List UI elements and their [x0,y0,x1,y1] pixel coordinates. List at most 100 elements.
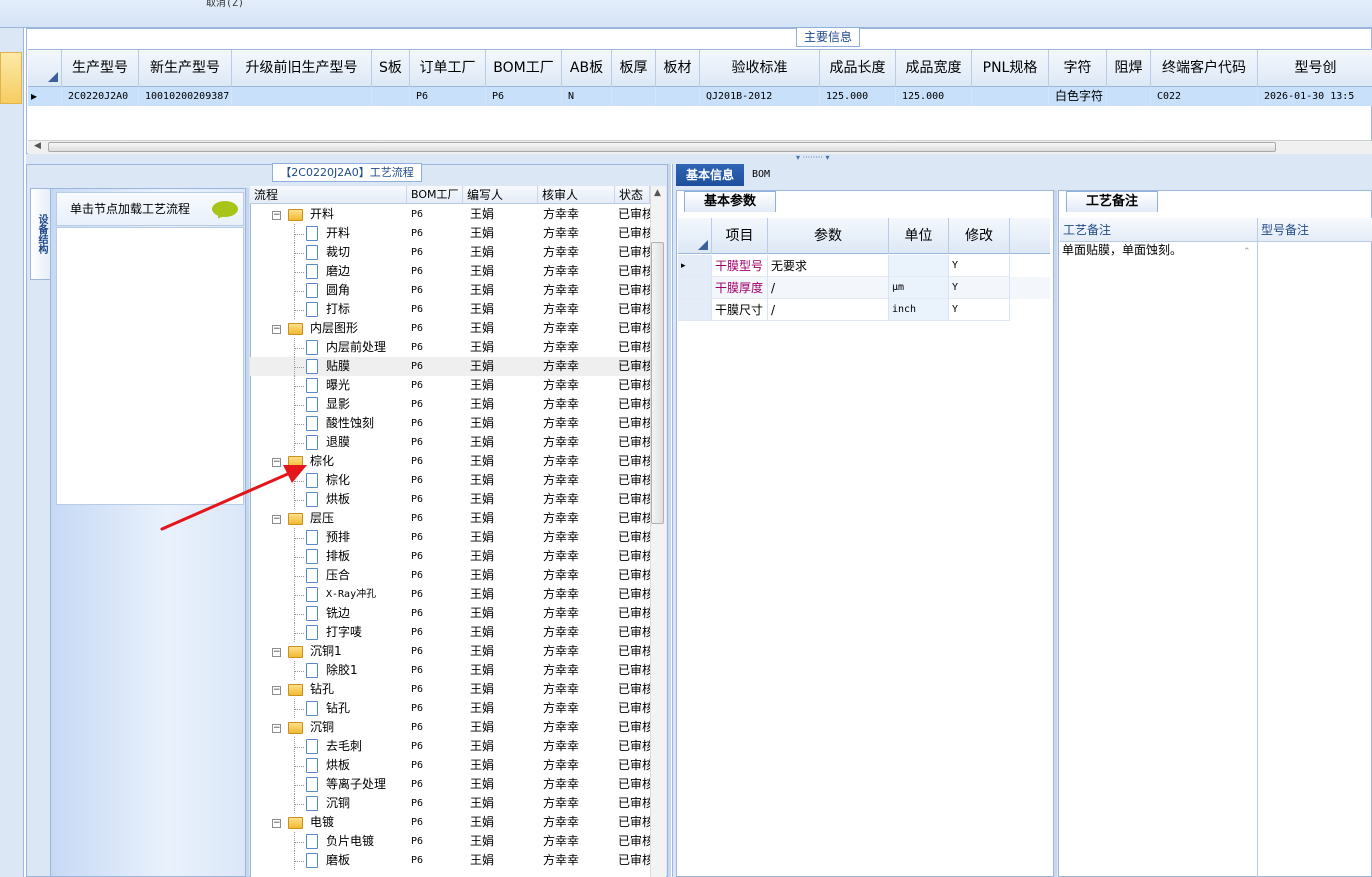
main-cell-8[interactable] [656,87,700,106]
process-note-text[interactable]: 单面贴膜，单面蚀刻。 [1062,242,1252,259]
tree-row[interactable]: 显影 P6 王娟 方幸幸 已审核 [250,395,650,414]
tree-row[interactable]: X-Ray冲孔 P6 王娟 方幸幸 已审核 [250,585,650,604]
tree-row[interactable]: 内层前处理 P6 王娟 方幸幸 已审核 [250,338,650,357]
tree-row[interactable]: 排板 P6 王娟 方幸幸 已审核 [250,547,650,566]
param-cell-value[interactable]: 无要求 [768,255,889,277]
main-cell-5[interactable]: P6 [486,87,562,106]
main-cell-10[interactable]: 125.000 [820,87,896,106]
tree-row[interactable]: − 电镀 P6 王娟 方幸幸 已审核 [250,813,650,832]
param-row[interactable]: 干膜厚度 / μm Y [678,277,1050,299]
main-cell-7[interactable] [612,87,656,106]
tree-row[interactable]: − 内层图形 P6 王娟 方幸幸 已审核 [250,319,650,338]
main-col-5[interactable]: BOM工厂 [486,50,562,87]
main-col-12[interactable]: PNL规格 [972,50,1049,87]
tree-col-flow[interactable]: 流程 [250,186,407,204]
param-cell-value[interactable]: / [768,277,889,299]
tree-col-writer[interactable]: 编写人 [463,186,538,204]
main-cell-9[interactable]: QJ201B-2012 [700,87,820,106]
main-col-10[interactable]: 成品长度 [820,50,896,87]
tree-row[interactable]: − 钻孔 P6 王娟 方幸幸 已审核 [250,680,650,699]
main-cell-16[interactable]: 2026-01-30 13:5 [1258,87,1372,106]
params-col-unit[interactable]: 单位 [889,218,949,254]
horizontal-scroll-thumb[interactable] [48,142,1276,152]
splitter-grip-icon[interactable]: ▾ ········ ▾ [796,154,829,162]
collapse-icon[interactable]: − [272,211,281,220]
tree-row[interactable]: 磨板 P6 王娟 方幸幸 已审核 [250,851,650,870]
equipment-structure-tab[interactable]: 设备结构 [30,188,50,280]
horizontal-splitter[interactable]: ▾ ········ ▾ [26,154,1372,164]
scroll-left-icon[interactable]: ◀ [34,141,41,151]
main-cell-13[interactable]: 白色字符 [1049,87,1107,106]
main-cell-11[interactable]: 125.000 [896,87,972,106]
tree-col-factory[interactable]: BOM工厂 [407,186,463,204]
tree-row[interactable]: 钻孔 P6 王娟 方幸幸 已审核 [250,699,650,718]
main-col-16[interactable]: 型号创 [1258,50,1372,87]
collapse-icon[interactable]: − [272,648,281,657]
collapse-icon[interactable]: − [272,724,281,733]
main-cell-0[interactable]: 2C0220J2A0 [62,87,139,106]
tree-row[interactable]: 打字唛 P6 王娟 方幸幸 已审核 [250,623,650,642]
tab-process-notes[interactable]: 工艺备注 [1066,191,1158,212]
main-col-3[interactable]: S板 [372,50,410,87]
main-col-11[interactable]: 成品宽度 [896,50,972,87]
tree-row[interactable]: 去毛刺 P6 王娟 方幸幸 已审核 [250,737,650,756]
tree-row[interactable]: 压合 P6 王娟 方幸幸 已审核 [250,566,650,585]
params-col-value[interactable]: 参数 [768,218,889,254]
vertical-splitter-middle[interactable] [668,164,671,877]
main-col-15[interactable]: 终端客户代码 [1151,50,1258,87]
tree-col-reviewer[interactable]: 核审人 [538,186,615,204]
main-cell-14[interactable] [1107,87,1151,106]
main-col-2[interactable]: 升级前旧生产型号 [232,50,372,87]
tree-row[interactable]: 裁切 P6 王娟 方幸幸 已审核 [250,243,650,262]
main-cell-2[interactable] [232,87,372,106]
tree-scroll-thumb[interactable] [651,242,664,524]
tree-row[interactable]: 酸性蚀刻 P6 王娟 方幸幸 已审核 [250,414,650,433]
main-info-row[interactable]: ▸ 2C0220J2A0 10010200209387 P6 P6 N QJ201B-20… [28,87,1372,106]
tree-row[interactable]: 烘板 P6 王娟 方幸幸 已审核 [250,756,650,775]
tree-row[interactable]: − 开料 P6 王娟 方幸幸 已审核 [250,205,650,224]
params-col-modify[interactable]: 修改 [949,218,1010,254]
tab-basic-info[interactable]: 基本信息 [676,164,744,186]
main-col-8[interactable]: 板材 [656,50,700,87]
tree-row[interactable]: − 沉铜 P6 王娟 方幸幸 已审核 [250,718,650,737]
param-row[interactable]: ▸ 干膜型号 无要求 Y [678,255,1050,277]
tree-row[interactable]: 沉铜 P6 王娟 方幸幸 已审核 [250,794,650,813]
main-cell-15[interactable]: C022 [1151,87,1258,106]
collapse-icon[interactable]: − [272,819,281,828]
left-dock-tab[interactable] [0,52,22,104]
tree-col-status[interactable]: 状态 [615,186,650,204]
main-col-6[interactable]: AB板 [562,50,612,87]
grid-corner[interactable] [28,50,62,87]
tree-row[interactable]: 曝光 P6 王娟 方幸幸 已审核 [250,376,650,395]
main-cell-1[interactable]: 10010200209387 [139,87,232,106]
main-cell-12[interactable] [972,87,1049,106]
param-cell-value[interactable]: / [768,299,889,321]
tree-row[interactable]: 圆角 P6 王娟 方幸幸 已审核 [250,281,650,300]
tree-row[interactable]: − 沉铜1 P6 王娟 方幸幸 已审核 [250,642,650,661]
cancel-button[interactable]: 取消(Z) [206,0,244,9]
collapse-icon[interactable]: − [272,686,281,695]
tree-row[interactable]: 除胶1 P6 王娟 方幸幸 已审核 [250,661,650,680]
main-cell-4[interactable]: P6 [410,87,486,106]
main-col-9[interactable]: 验收标准 [700,50,820,87]
params-grid-corner[interactable] [678,218,712,254]
vertical-splitter-right[interactable] [1054,190,1057,877]
tree-row[interactable]: 贴膜 P6 王娟 方幸幸 已审核 [250,357,650,376]
main-col-13[interactable]: 字符 [1049,50,1107,87]
main-col-7[interactable]: 板厚 [612,50,656,87]
main-col-4[interactable]: 订单工厂 [410,50,486,87]
tree-row[interactable]: 打标 P6 王娟 方幸幸 已审核 [250,300,650,319]
main-cell-3[interactable] [372,87,410,106]
notes-scroll-up-icon[interactable]: ⌃ [1243,247,1251,257]
main-col-1[interactable]: 新生产型号 [139,50,232,87]
main-cell-6[interactable]: N [562,87,612,106]
tree-row[interactable]: 负片电镀 P6 王娟 方幸幸 已审核 [250,832,650,851]
tree-row[interactable]: 开料 P6 王娟 方幸幸 已审核 [250,224,650,243]
tree-row[interactable]: 等离子处理 P6 王娟 方幸幸 已审核 [250,775,650,794]
param-row[interactable]: 干膜尺寸 / inch Y [678,299,1050,321]
tab-bom[interactable]: BOM [746,164,776,186]
main-col-14[interactable]: 阻焊 [1107,50,1151,87]
params-col-item[interactable]: 项目 [712,218,768,254]
main-col-0[interactable]: 生产型号 [62,50,139,87]
tree-row[interactable]: 铣边 P6 王娟 方幸幸 已审核 [250,604,650,623]
